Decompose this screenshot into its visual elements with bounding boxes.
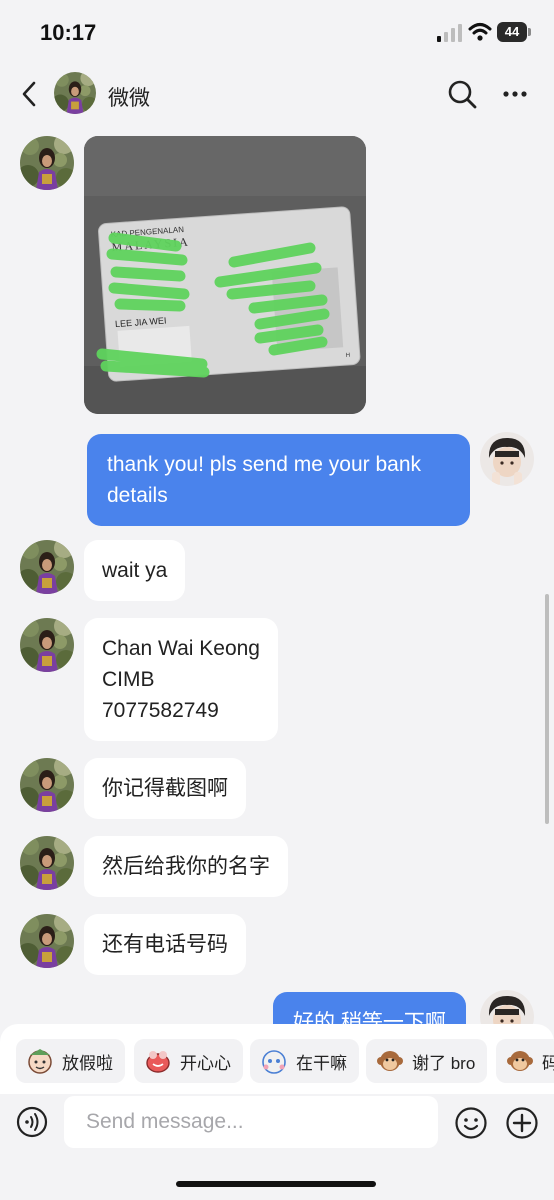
quick-reply-chip[interactable]: 码 bbox=[496, 1039, 554, 1083]
message-list[interactable]: KAD PENGENALAN MALAYSIA LEE JIA WEI H th… bbox=[0, 126, 554, 1026]
contact-avatar[interactable] bbox=[20, 136, 74, 190]
search-icon[interactable] bbox=[446, 78, 478, 110]
contact-avatar[interactable] bbox=[20, 836, 74, 890]
id-card-photo[interactable]: KAD PENGENALAN MALAYSIA LEE JIA WEI H bbox=[84, 136, 366, 414]
id-card-mark: H bbox=[346, 353, 351, 359]
plus-icon[interactable] bbox=[505, 1106, 539, 1140]
quick-reply-label: 码 bbox=[542, 1053, 554, 1073]
message-text: wait ya bbox=[102, 559, 168, 582]
received-message-bubble[interactable]: 还有电话号码 bbox=[84, 914, 246, 975]
quick-reply-label: 谢了 bro bbox=[412, 1053, 476, 1073]
quick-reply-label: 放假啦 bbox=[62, 1053, 113, 1073]
message-text: CIMB bbox=[102, 668, 155, 691]
sticker-happy-icon bbox=[146, 1051, 170, 1073]
quick-reply-bar[interactable]: 放假啦 开心心 在干嘛 谢了 bro 码 bbox=[0, 1024, 554, 1100]
sticker-monkey-thanks-icon bbox=[377, 1051, 403, 1071]
message-text: 你记得截图啊 bbox=[102, 777, 228, 800]
status-time: 10:17 bbox=[40, 20, 97, 45]
my-avatar[interactable] bbox=[480, 432, 534, 486]
received-message-bubble[interactable]: 你记得截图啊 bbox=[84, 758, 246, 819]
quick-reply-chip[interactable]: 谢了 bro bbox=[366, 1039, 488, 1083]
back-icon[interactable] bbox=[18, 80, 42, 108]
chat-header: 微微 bbox=[0, 62, 554, 126]
message-text: thank you! pls send me your bank bbox=[107, 453, 422, 476]
sent-message-bubble[interactable]: thank you! pls send me your bank details bbox=[87, 434, 470, 526]
contact-avatar[interactable] bbox=[20, 540, 74, 594]
contact-avatar[interactable] bbox=[20, 618, 74, 672]
contact-avatar[interactable] bbox=[20, 758, 74, 812]
message-text: Chan Wai Keong bbox=[102, 637, 260, 660]
received-message-bubble[interactable]: 然后给我你的名字 bbox=[84, 836, 288, 897]
message-text: 还有电话号码 bbox=[102, 933, 228, 956]
received-message-bubble[interactable]: Chan Wai Keong CIMB 7077582749 bbox=[84, 618, 278, 741]
quick-reply-label: 开心心 bbox=[180, 1053, 231, 1073]
quick-reply-chip[interactable]: 放假啦 bbox=[16, 1039, 125, 1083]
sent-message-bubble[interactable]: 好的 稍等一下啊 bbox=[273, 992, 466, 1026]
home-indicator[interactable] bbox=[176, 1181, 376, 1187]
contact-avatar[interactable] bbox=[54, 72, 96, 114]
my-avatar[interactable] bbox=[480, 990, 534, 1026]
message-text: 7077582749 bbox=[102, 699, 219, 722]
battery-icon: 44 bbox=[497, 22, 531, 42]
wifi-icon bbox=[468, 23, 492, 41]
scrollbar[interactable] bbox=[545, 594, 549, 824]
message-input[interactable] bbox=[64, 1096, 438, 1148]
more-icon[interactable] bbox=[500, 80, 530, 108]
quick-reply-chip[interactable]: 开心心 bbox=[134, 1039, 243, 1083]
status-bar: 10:17 44 bbox=[0, 0, 554, 62]
quick-reply-label: 在干嘛 bbox=[296, 1053, 347, 1073]
battery-level: 44 bbox=[497, 22, 527, 42]
contact-avatar[interactable] bbox=[20, 914, 74, 968]
message-text: details bbox=[107, 484, 168, 507]
received-message-bubble[interactable]: wait ya bbox=[84, 540, 186, 601]
contact-name[interactable]: 微微 bbox=[108, 82, 150, 112]
sticker-monkey-icon bbox=[507, 1051, 533, 1071]
signal-icon bbox=[437, 24, 462, 42]
voice-icon[interactable] bbox=[16, 1106, 48, 1138]
quick-reply-chip[interactable]: 在干嘛 bbox=[250, 1039, 359, 1083]
emoji-icon[interactable] bbox=[454, 1106, 488, 1140]
input-bar bbox=[0, 1094, 554, 1200]
sticker-vacation-icon bbox=[28, 1049, 52, 1074]
sticker-what-doing-icon bbox=[262, 1050, 286, 1074]
message-text: 然后给我你的名字 bbox=[102, 855, 270, 878]
